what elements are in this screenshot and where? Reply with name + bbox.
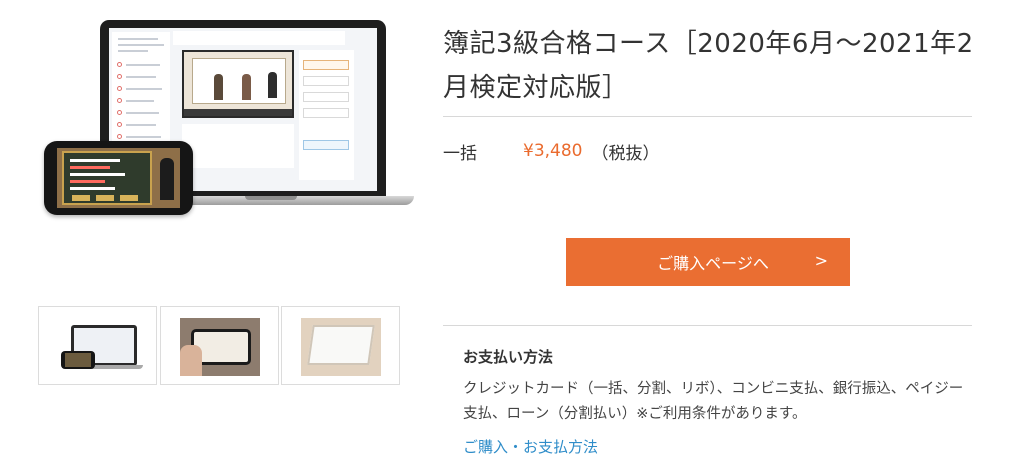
divider — [443, 325, 972, 326]
price-amount: ¥3,480 — [523, 141, 583, 161]
purchase-page-button[interactable]: ご購入ページへ > — [566, 238, 850, 286]
product-title: 簿記3級合格コース［2020年6月〜2021年2月検定対応版］ — [443, 29, 974, 103]
chevron-right-icon: > — [814, 251, 828, 270]
price-row: 一括 ¥3,480 （税抜） — [443, 137, 659, 165]
payment-methods-heading: お支払い方法 — [463, 348, 554, 366]
thumbnail-1[interactable] — [38, 306, 157, 385]
smartphone-mockup — [44, 141, 193, 215]
price-label: 一括 — [443, 143, 477, 164]
purchase-payment-link[interactable]: ご購入・お支払方法 — [463, 436, 598, 457]
divider — [443, 116, 972, 117]
thumbnail-3[interactable] — [281, 306, 400, 385]
purchase-button-label: ご購入ページへ — [657, 254, 769, 273]
product-main-image — [38, 14, 414, 219]
tax-note: （税抜） — [591, 143, 660, 164]
payment-methods-description: クレジットカード（一括、分割、リボ）、コンビニ支払、銀行振込、ペイジー支払、ロー… — [463, 381, 964, 422]
thumbnail-2[interactable] — [160, 306, 279, 385]
